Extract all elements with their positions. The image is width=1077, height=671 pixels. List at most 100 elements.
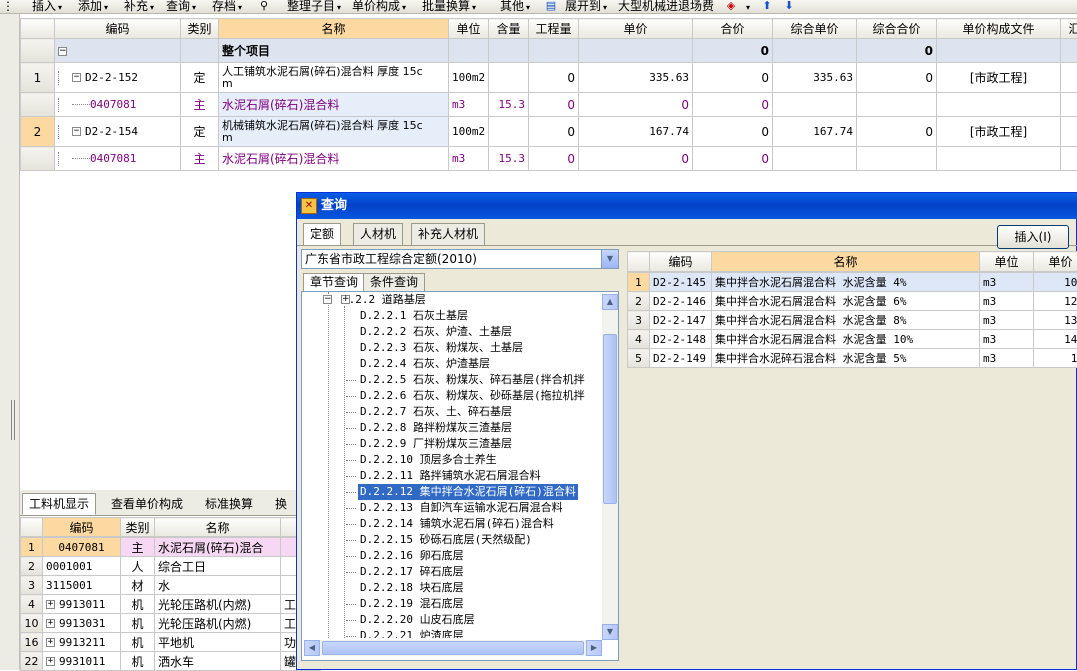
scroll-up-icon[interactable]: ▲ bbox=[602, 294, 618, 310]
tab-condition-query[interactable]: 条件查询 bbox=[363, 273, 425, 291]
collapse-icon[interactable]: − bbox=[323, 295, 332, 304]
table-row[interactable]: 16 +9913211 机 平地机 功 bbox=[21, 633, 321, 652]
table-row[interactable]: 1 −D2-2-152 定 人工铺筑水泥石屑(碎石)混合料 厚度 15cm 10… bbox=[21, 63, 1077, 93]
expand-icon[interactable]: + bbox=[46, 657, 55, 666]
row-number[interactable]: 1 bbox=[21, 63, 55, 93]
tree-node[interactable]: D.2.2.2 石灰、炉渣、土基层 bbox=[358, 324, 514, 340]
paint-dropdown[interactable]: ▾ bbox=[744, 0, 750, 14]
row-code[interactable]: D2-2-148 bbox=[650, 330, 712, 349]
row-name[interactable]: 集中拌合水泥碎石混合料 水泥含量 5% bbox=[712, 349, 980, 368]
insert-menu[interactable]: 插入▾ bbox=[32, 0, 62, 14]
archive-menu[interactable]: 存档▾ bbox=[212, 0, 242, 14]
tree-node[interactable]: D.2.2.1 石灰土基层 bbox=[358, 308, 470, 324]
col-code[interactable]: 编码 bbox=[43, 518, 121, 537]
tree-node[interactable]: D.2.2.6 石灰、粉煤灰、砂砾基层(拖拉机拌 bbox=[358, 388, 587, 404]
tree-node[interactable]: D.2.2.10 顶层多合土养生 bbox=[358, 452, 499, 468]
binoculars-icon[interactable]: ⚲ bbox=[257, 0, 271, 12]
tab-supplementary[interactable]: 补充人材机 bbox=[411, 223, 485, 245]
row-code[interactable]: 0407081 bbox=[43, 538, 121, 557]
row-name[interactable]: 平地机 bbox=[155, 633, 281, 652]
batch-conversion-menu[interactable]: 批量换算▾ bbox=[422, 0, 476, 14]
tree-node[interactable]: D.2.2.11 路拌铺筑水泥石屑混合料 bbox=[358, 468, 543, 484]
collapse-icon[interactable]: − bbox=[58, 47, 67, 56]
col-unit[interactable]: 单位 bbox=[449, 19, 489, 39]
tree-node[interactable]: D.2.2 道路基层 bbox=[340, 292, 428, 308]
scrollbar-thumb[interactable] bbox=[603, 334, 617, 504]
expand-icon[interactable]: + bbox=[341, 295, 350, 304]
splitter-grip[interactable] bbox=[11, 400, 15, 440]
row-name[interactable]: 集中拌合水泥石屑混合料 水泥含量 4% bbox=[712, 273, 980, 292]
table-row[interactable]: 2 D2-2-146 集中拌合水泥石屑混合料 水泥含量 6% m3 121 bbox=[628, 292, 1077, 311]
root-toggle-cell[interactable]: − bbox=[55, 39, 181, 63]
row-name[interactable]: 光轮压路机(内燃) bbox=[155, 595, 281, 614]
tree-node[interactable]: D.2.2.13 自卸汽车运输水泥石屑混合料 bbox=[358, 500, 565, 516]
col-type[interactable]: 类别 bbox=[121, 518, 155, 537]
insert-button[interactable]: 插入(I) bbox=[997, 225, 1069, 249]
row-name[interactable]: 水 bbox=[155, 576, 281, 595]
col-comp-total[interactable]: 综合合价 bbox=[857, 19, 937, 39]
row-number[interactable]: 2 bbox=[21, 117, 55, 147]
row-number[interactable]: 10 bbox=[21, 614, 43, 633]
row-code[interactable]: +9913211 bbox=[43, 633, 121, 652]
row-code[interactable]: D2-2-147 bbox=[650, 311, 712, 330]
col-quantity[interactable]: 工程量 bbox=[529, 19, 579, 39]
tree-node[interactable]: D.2.2.20 山皮石底层 bbox=[358, 612, 477, 628]
row-name[interactable]: 光轮压路机(内燃) bbox=[155, 614, 281, 633]
tree-node[interactable]: D.2.2.12 集中拌合水泥石屑(碎石)混合料 bbox=[358, 484, 578, 500]
tree-node[interactable]: D.2.2.16 卵石底层 bbox=[358, 548, 466, 564]
tree-node[interactable]: D.2.2.17 碎石底层 bbox=[358, 564, 466, 580]
table-row[interactable]: 0407081 主 水泥石屑(碎石)混合料 m3 15.3 0 0 0 bbox=[21, 93, 1077, 117]
row-code[interactable]: +9931011 bbox=[43, 652, 121, 671]
other-menu[interactable]: 其他▾ bbox=[500, 0, 530, 14]
row-name[interactable]: 综合工日 bbox=[155, 557, 281, 576]
row-number[interactable] bbox=[21, 147, 55, 171]
quota-library-select[interactable]: 广东省市政工程综合定额(2010) ▼ bbox=[301, 249, 619, 269]
row-number[interactable]: 3 bbox=[628, 311, 650, 330]
col-name[interactable]: 名称 bbox=[712, 252, 980, 272]
row-number[interactable]: 22 bbox=[21, 652, 43, 671]
col-unit-price[interactable]: 单价 bbox=[1034, 252, 1077, 272]
col-code[interactable]: 编码 bbox=[650, 252, 712, 272]
col-name[interactable]: 名称 bbox=[155, 518, 281, 537]
row-number[interactable]: 2 bbox=[628, 292, 650, 311]
col-code[interactable]: 编码 bbox=[55, 19, 181, 39]
table-row[interactable]: 10 +9913031 机 光轮压路机(内燃) 工 bbox=[21, 614, 321, 633]
row-code[interactable]: D2-2-145 bbox=[650, 273, 712, 292]
row-code[interactable]: −D2-2-152 bbox=[55, 63, 181, 93]
tree-node[interactable]: D.2.2.18 块石底层 bbox=[358, 580, 466, 596]
tree-node[interactable]: D.2.2.15 砂砾石底层(天然级配) bbox=[358, 532, 534, 548]
row-code[interactable]: −D2-2-154 bbox=[55, 117, 181, 147]
expand-icon[interactable]: + bbox=[46, 638, 55, 647]
row-quantity[interactable]: 0 bbox=[529, 117, 579, 147]
col-total-price[interactable]: 合价 bbox=[693, 19, 773, 39]
col-summary[interactable]: 汇总 bbox=[1061, 19, 1077, 39]
tree-node[interactable]: D.2.2.4 石灰、炉渣基层 bbox=[358, 356, 492, 372]
row-code[interactable]: 0407081 bbox=[55, 93, 181, 117]
collapse-icon[interactable]: − bbox=[72, 127, 81, 136]
row-code[interactable]: 0407081 bbox=[55, 147, 181, 171]
tree-horizontal-scrollbar[interactable]: ◀ ▶ bbox=[304, 640, 602, 656]
col-unit[interactable]: 单位 bbox=[980, 252, 1034, 272]
col-price-file[interactable]: 单价构成文件 bbox=[937, 19, 1061, 39]
row-number[interactable]: 4 bbox=[21, 595, 43, 614]
collapse-icon[interactable]: − bbox=[72, 73, 81, 82]
table-row[interactable]: 2 −D2-2-154 定 机械铺筑水泥石屑(碎石)混合料 厚度 15cm 10… bbox=[21, 117, 1077, 147]
table-row[interactable]: 1 D2-2-145 集中拌合水泥石屑混合料 水泥含量 4% m3 108 bbox=[628, 273, 1077, 292]
tree-node[interactable]: D.2.2.19 混石底层 bbox=[358, 596, 466, 612]
row-header[interactable] bbox=[21, 39, 55, 63]
table-row[interactable]: 4 D2-2-148 集中拌合水泥石屑混合料 水泥含量 10% m3 146 bbox=[628, 330, 1077, 349]
row-name[interactable]: 水泥石屑(碎石)混合 bbox=[155, 538, 281, 557]
tree-node[interactable]: D.2.2.8 路拌粉煤灰三渣基层 bbox=[358, 420, 514, 436]
tree-node[interactable]: D.2.2.14 铺筑水泥石屑(碎石)混合料 bbox=[358, 516, 556, 532]
root-row[interactable]: − 整个项目 0 0 bbox=[21, 39, 1077, 63]
row-number[interactable]: 16 bbox=[21, 633, 43, 652]
row-name[interactable]: 人工铺筑水泥石屑(碎石)混合料 厚度 15cm bbox=[219, 63, 449, 93]
table-row[interactable]: 5 D2-2-149 集中拌合水泥碎石混合料 水泥含量 5% m3 15 bbox=[628, 349, 1077, 368]
row-number[interactable]: 4 bbox=[628, 330, 650, 349]
table-row[interactable]: 4 +9913011 机 光轮压路机(内燃) 工 bbox=[21, 595, 321, 614]
col-unit-price[interactable]: 单价 bbox=[579, 19, 693, 39]
row-quantity[interactable]: 0 bbox=[529, 63, 579, 93]
row-number[interactable]: 1 bbox=[628, 273, 650, 292]
row-number[interactable]: 5 bbox=[628, 349, 650, 368]
expand-icon[interactable]: + bbox=[46, 619, 55, 628]
